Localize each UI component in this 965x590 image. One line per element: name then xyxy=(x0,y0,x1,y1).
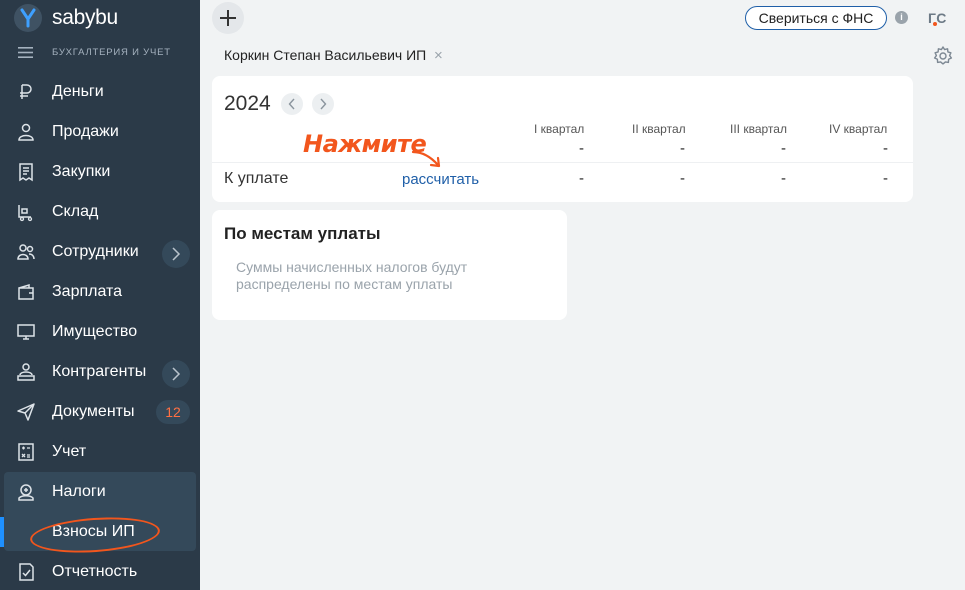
sidebar-item-counterparties[interactable]: Контрагенты xyxy=(0,352,200,392)
ruble-icon xyxy=(20,84,32,99)
sidebar-item-label: Продажи xyxy=(52,123,119,140)
accrued-q2: - xyxy=(680,140,685,157)
quarter-2-header: II квартал xyxy=(632,122,686,136)
sidebar-item-purchases[interactable]: Закупки xyxy=(0,152,200,192)
sidebar-item-money[interactable]: Деньги xyxy=(0,72,200,112)
section-header: БУХГАЛТЕРИЯ И УЧЕТ xyxy=(0,42,200,64)
gear-icon[interactable] xyxy=(932,45,954,67)
row-divider xyxy=(212,162,913,163)
sidebar-item-property[interactable]: Имущество xyxy=(0,312,200,352)
add-button[interactable] xyxy=(212,2,244,34)
info-icon[interactable]: i xyxy=(895,11,908,24)
expand-employees-button[interactable] xyxy=(162,240,190,268)
wallet-icon xyxy=(18,283,34,300)
check-with-fns-button[interactable]: Свериться с ФНС xyxy=(745,6,887,30)
sidebar: sabybu БУХГАЛТЕРИЯ И УЧЕТ Деньги Продажи… xyxy=(0,0,200,590)
menu-icon[interactable] xyxy=(18,47,33,58)
sidebar-item-employees[interactable]: Сотрудники xyxy=(0,232,200,272)
logo[interactable]: sabybu xyxy=(0,0,200,36)
report-check-icon xyxy=(19,563,34,581)
sidebar-item-taxes[interactable]: Налоги xyxy=(0,472,200,512)
sidebar-item-label: Учет xyxy=(52,443,87,460)
calculator-icon xyxy=(18,443,34,461)
to-pay-q4: - xyxy=(883,170,888,187)
sidebar-item-label: Налоги xyxy=(52,483,106,500)
sidebar-item-label: Отчетность xyxy=(52,563,138,580)
year-label: 2024 xyxy=(224,92,271,115)
sidebar-item-label: Контрагенты xyxy=(52,363,147,380)
to-pay-q1: - xyxy=(579,170,584,187)
quarter-3-header: III квартал xyxy=(730,122,787,136)
next-year-button[interactable] xyxy=(312,93,334,115)
person-desk-icon xyxy=(17,363,35,381)
sidebar-item-documents[interactable]: Документы 12 xyxy=(0,392,200,432)
people-icon xyxy=(17,244,35,260)
documents-count-badge: 12 xyxy=(156,400,190,424)
payment-places-title: По местам уплаты xyxy=(224,224,381,243)
clear-organization-icon[interactable]: × xyxy=(434,47,443,64)
sidebar-item-reporting[interactable]: Отчетность xyxy=(0,552,200,590)
paper-plane-icon xyxy=(17,403,35,421)
quarter-4-header: IV квартал xyxy=(829,122,888,136)
to-pay-q2: - xyxy=(680,170,685,187)
sidebar-item-warehouse[interactable]: Склад xyxy=(0,192,200,232)
organization-name[interactable]: Коркин Степан Васильевич ИП xyxy=(224,47,426,63)
receipt-icon xyxy=(19,163,33,182)
app-subtitle: БУХГАЛТЕРИЯ И УЧЕТ xyxy=(52,47,171,58)
hint-annotation: Нажмите xyxy=(303,130,427,158)
accrued-q1: - xyxy=(579,140,584,157)
sidebar-item-label: Документы xyxy=(52,403,135,420)
chevron-right-icon xyxy=(172,367,181,381)
sidebar-item-label: Деньги xyxy=(52,83,104,100)
hint-arrow-icon xyxy=(411,150,441,168)
prev-year-button[interactable] xyxy=(281,93,303,115)
payment-places-empty-text: Суммы начисленных налогов будут распреде… xyxy=(236,259,468,292)
chevron-right-icon xyxy=(320,98,327,110)
to-pay-label: К уплате xyxy=(224,170,289,187)
user-avatar[interactable]: ГС xyxy=(928,10,956,28)
chevron-right-icon xyxy=(172,247,181,261)
logo-text: sabybu xyxy=(52,6,118,29)
monitor-icon xyxy=(17,324,35,340)
notification-dot xyxy=(933,22,937,26)
accrued-q3: - xyxy=(781,140,786,157)
sidebar-item-salary[interactable]: Зарплата xyxy=(0,272,200,312)
sidebar-item-accounting[interactable]: Учет xyxy=(0,432,200,472)
quarter-1-header: I квартал xyxy=(534,122,585,136)
sabybu-logo-icon xyxy=(14,4,42,32)
sidebar-item-label: Сотрудники xyxy=(52,243,139,260)
sidebar-item-label: Зарплата xyxy=(52,283,123,300)
sidebar-item-sales[interactable]: Продажи xyxy=(0,112,200,152)
calculate-link[interactable]: рассчитать xyxy=(402,171,479,188)
forklift-icon xyxy=(18,205,33,222)
chevron-left-icon xyxy=(288,98,295,110)
accrued-q4: - xyxy=(883,140,888,157)
expand-counterparties-button[interactable] xyxy=(162,360,190,388)
to-pay-q3: - xyxy=(781,170,786,187)
taxes-icon xyxy=(18,484,34,501)
sidebar-item-label: Закупки xyxy=(52,163,111,180)
person-icon xyxy=(18,123,34,141)
sidebar-item-label: Склад xyxy=(52,203,99,220)
sidebar-item-label: Имущество xyxy=(52,323,138,340)
